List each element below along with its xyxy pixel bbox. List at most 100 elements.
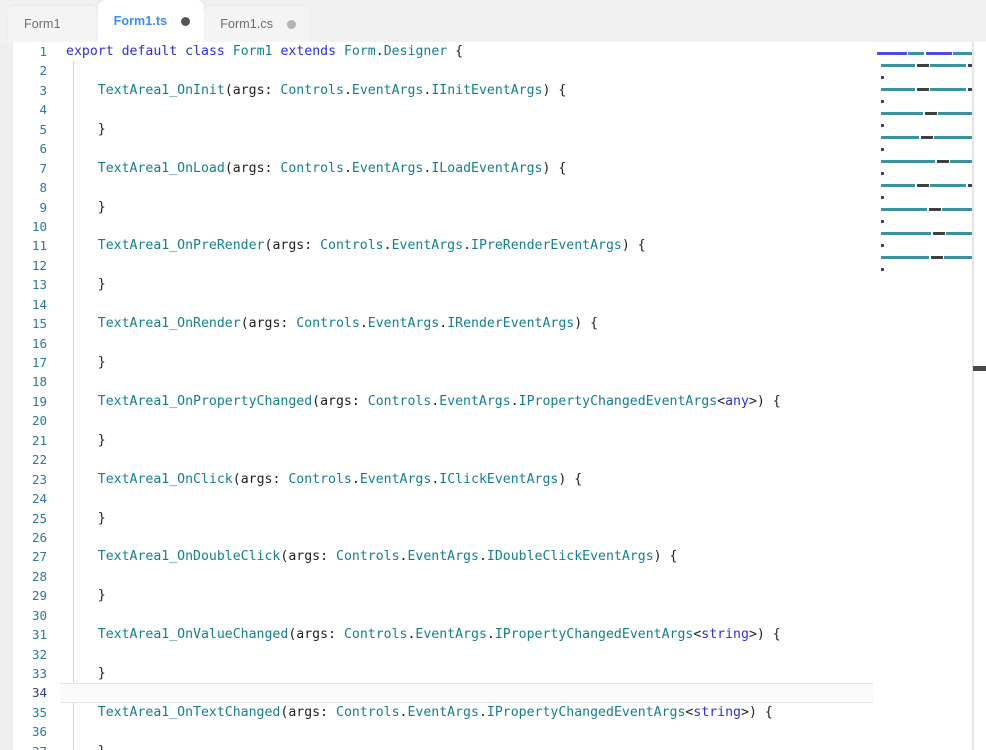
line-number[interactable]: 35 xyxy=(0,703,47,722)
line-source[interactable]: } xyxy=(66,431,106,450)
code-line[interactable]: 28 xyxy=(0,567,986,586)
code-line[interactable]: 11 TextArea1_OnPreRender(args: Controls.… xyxy=(0,236,986,255)
line-source[interactable]: export default class Form1 extends Form.… xyxy=(66,42,463,61)
code-line[interactable]: 6 xyxy=(0,139,986,158)
dirty-dot[interactable] xyxy=(287,20,296,29)
line-source[interactable]: TextArea1_OnClick(args: Controls.EventAr… xyxy=(66,470,582,489)
line-number[interactable]: 34 xyxy=(0,683,47,702)
line-number[interactable]: 18 xyxy=(0,372,47,391)
line-number[interactable]: 15 xyxy=(0,314,47,333)
line-number[interactable]: 6 xyxy=(0,139,47,158)
line-number[interactable]: 12 xyxy=(0,256,47,275)
line-source[interactable]: } xyxy=(66,586,106,605)
line-source[interactable]: TextArea1_OnDoubleClick(args: Controls.E… xyxy=(66,547,677,566)
line-source[interactable]: TextArea1_OnValueChanged(args: Controls.… xyxy=(66,625,781,644)
code-line[interactable]: 35 TextArea1_OnTextChanged(args: Control… xyxy=(0,703,986,722)
line-number[interactable]: 32 xyxy=(0,645,47,664)
line-number[interactable]: 23 xyxy=(0,470,47,489)
code-line[interactable]: 9 } xyxy=(0,198,986,217)
code-line[interactable]: 23 TextArea1_OnClick(args: Controls.Even… xyxy=(0,470,986,489)
line-source[interactable]: TextArea1_OnTextChanged(args: Controls.E… xyxy=(66,703,773,722)
code-line[interactable]: 20 xyxy=(0,411,986,430)
line-number[interactable]: 1 xyxy=(0,42,47,61)
code-line[interactable]: 2 xyxy=(0,61,986,80)
line-number[interactable]: 25 xyxy=(0,509,47,528)
code-line[interactable]: 7 TextArea1_OnLoad(args: Controls.EventA… xyxy=(0,159,986,178)
code-line[interactable]: 27 TextArea1_OnDoubleClick(args: Control… xyxy=(0,547,986,566)
code-line[interactable]: 26 xyxy=(0,528,986,547)
tab-form1[interactable]: Form1 xyxy=(8,6,98,42)
line-number[interactable]: 8 xyxy=(0,178,47,197)
code-line[interactable]: 22 xyxy=(0,450,986,469)
line-number[interactable]: 16 xyxy=(0,334,47,353)
line-source[interactable]: } xyxy=(66,198,106,217)
line-number[interactable]: 2 xyxy=(0,61,47,80)
code-line[interactable]: 16 xyxy=(0,334,986,353)
line-number[interactable]: 29 xyxy=(0,586,47,605)
line-source[interactable]: } xyxy=(66,120,106,139)
code-line[interactable]: 8 xyxy=(0,178,986,197)
line-number[interactable]: 26 xyxy=(0,528,47,547)
line-source[interactable]: TextArea1_OnRender(args: Controls.EventA… xyxy=(66,314,598,333)
code-line[interactable]: 37 } xyxy=(0,742,986,750)
code-line[interactable]: 18 xyxy=(0,372,986,391)
line-number[interactable]: 37 xyxy=(0,742,47,750)
code-line[interactable]: 13 } xyxy=(0,275,986,294)
line-number[interactable]: 14 xyxy=(0,295,47,314)
line-number[interactable]: 17 xyxy=(0,353,47,372)
line-number[interactable]: 10 xyxy=(0,217,47,236)
line-number[interactable]: 33 xyxy=(0,664,47,683)
dirty-dot[interactable] xyxy=(181,17,190,26)
line-source[interactable]: TextArea1_OnPropertyChanged(args: Contro… xyxy=(66,392,781,411)
line-number[interactable]: 36 xyxy=(0,722,47,741)
line-number[interactable]: 30 xyxy=(0,606,47,625)
tab-form1-cs[interactable]: Form1.cs xyxy=(204,6,310,42)
code-line[interactable]: 21 } xyxy=(0,431,986,450)
code-line[interactable]: 32 xyxy=(0,645,986,664)
line-number[interactable]: 28 xyxy=(0,567,47,586)
code-line[interactable]: 17 } xyxy=(0,353,986,372)
code-line[interactable]: 34 xyxy=(0,683,986,702)
code-line[interactable]: 30 xyxy=(0,606,986,625)
scrollbar-marker[interactable] xyxy=(973,366,986,371)
code-line[interactable]: 25 } xyxy=(0,509,986,528)
code-line[interactable]: 10 xyxy=(0,217,986,236)
code-lines[interactable]: 1 export default class Form1 extends Form… xyxy=(0,42,986,750)
line-number[interactable]: 22 xyxy=(0,450,47,469)
code-line[interactable]: 36 xyxy=(0,722,986,741)
code-line[interactable]: 5 } xyxy=(0,120,986,139)
code-line[interactable]: 14 xyxy=(0,295,986,314)
code-line[interactable]: 33 } xyxy=(0,664,986,683)
line-number[interactable]: 9 xyxy=(0,198,47,217)
code-line[interactable]: 29 } xyxy=(0,586,986,605)
minimap[interactable] xyxy=(873,42,973,750)
line-number[interactable]: 20 xyxy=(0,411,47,430)
line-source[interactable]: } xyxy=(66,742,106,750)
line-source[interactable]: TextArea1_OnInit(args: Controls.EventArg… xyxy=(66,81,566,100)
line-number[interactable]: 24 xyxy=(0,489,47,508)
line-source[interactable]: } xyxy=(66,353,106,372)
line-source[interactable]: } xyxy=(66,664,106,683)
tab-form1-ts[interactable]: Form1.ts xyxy=(98,0,205,42)
code-line[interactable]: 19 TextArea1_OnPropertyChanged(args: Con… xyxy=(0,392,986,411)
line-number[interactable]: 3 xyxy=(0,81,47,100)
code-line[interactable]: 12 xyxy=(0,256,986,275)
line-number[interactable]: 19 xyxy=(0,392,47,411)
line-number[interactable]: 11 xyxy=(0,236,47,255)
line-number[interactable]: 5 xyxy=(0,120,47,139)
code-line[interactable]: 4 xyxy=(0,100,986,119)
line-number[interactable]: 4 xyxy=(0,100,47,119)
line-number[interactable]: 31 xyxy=(0,625,47,644)
code-editor[interactable]: 1 export default class Form1 extends Form… xyxy=(0,42,986,750)
line-number[interactable]: 21 xyxy=(0,431,47,450)
line-source[interactable]: TextArea1_OnLoad(args: Controls.EventArg… xyxy=(66,159,566,178)
code-line[interactable]: 24 xyxy=(0,489,986,508)
line-number[interactable]: 27 xyxy=(0,547,47,566)
line-number[interactable]: 13 xyxy=(0,275,47,294)
line-source[interactable]: } xyxy=(66,509,106,528)
code-line[interactable]: 15 TextArea1_OnRender(args: Controls.Eve… xyxy=(0,314,986,333)
code-line[interactable]: 1 export default class Form1 extends Form… xyxy=(0,42,986,61)
line-source[interactable]: TextArea1_OnPreRender(args: Controls.Eve… xyxy=(66,236,646,255)
code-line[interactable]: 31 TextArea1_OnValueChanged(args: Contro… xyxy=(0,625,986,644)
line-number[interactable]: 7 xyxy=(0,159,47,178)
